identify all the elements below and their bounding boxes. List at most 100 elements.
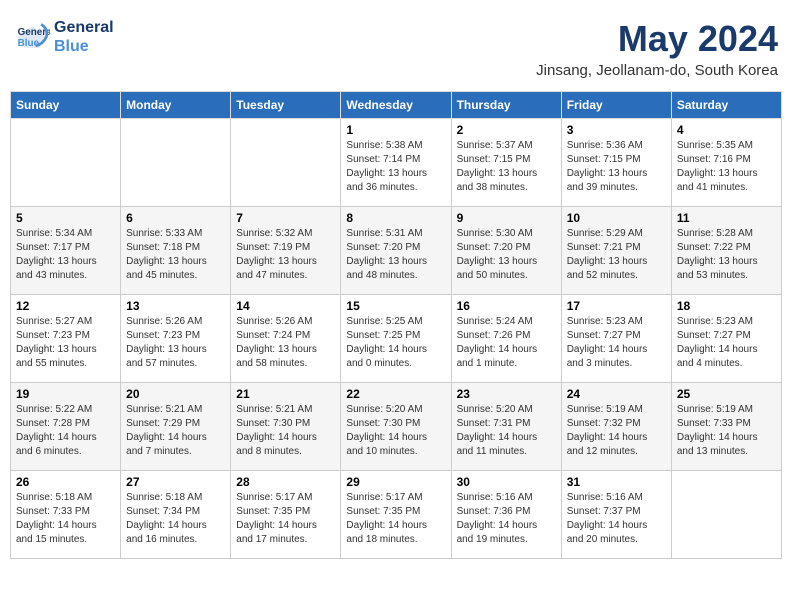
day-info: Sunrise: 5:20 AM Sunset: 7:31 PM Dayligh… (457, 403, 556, 459)
day-cell: 3 Sunrise: 5:36 AM Sunset: 7:15 PM Daylig… (561, 119, 671, 207)
day-info: Sunrise: 5:36 AM Sunset: 7:15 PM Dayligh… (567, 139, 666, 195)
day-info: Sunrise: 5:31 AM Sunset: 7:20 PM Dayligh… (346, 227, 445, 283)
day-cell: 9 Sunrise: 5:30 AM Sunset: 7:20 PM Daylig… (451, 207, 561, 295)
day-cell: 30Sunrise: 5:16 AM Sunset: 7:36 PM Dayli… (451, 471, 561, 559)
day-info: Sunrise: 5:18 AM Sunset: 7:34 PM Dayligh… (126, 491, 225, 547)
day-info: Sunrise: 5:24 AM Sunset: 7:26 PM Dayligh… (457, 315, 556, 371)
day-info: Sunrise: 5:23 AM Sunset: 7:27 PM Dayligh… (567, 315, 666, 371)
day-cell: 28 Sunrise: 5:17 AM Sunset: 7:35 PM Dayli… (231, 471, 341, 559)
day-cell: 1 Sunrise: 5:38 AM Sunset: 7:14 PM Daylig… (341, 119, 451, 207)
day-info: Sunrise: 5:22 AM Sunset: 7:28 PM Dayligh… (16, 403, 115, 459)
week-row-1: 1 Sunrise: 5:38 AM Sunset: 7:14 PM Daylig… (11, 119, 782, 207)
day-number: 6 (126, 211, 225, 225)
day-cell (671, 471, 781, 559)
calendar-table: SundayMondayTuesdayWednesdayThursdayFrid… (10, 91, 782, 559)
day-cell: 16 Sunrise: 5:24 AM Sunset: 7:26 PM Dayli… (451, 295, 561, 383)
week-row-4: 19 Sunrise: 5:22 AM Sunset: 7:28 PM Dayli… (11, 383, 782, 471)
logo-line2: Blue (54, 37, 114, 56)
day-info: Sunrise: 5:38 AM Sunset: 7:14 PM Dayligh… (346, 139, 445, 195)
day-info: Sunrise: 5:26 AM Sunset: 7:24 PM Dayligh… (236, 315, 335, 371)
day-number: 5 (16, 211, 115, 225)
day-info: Sunrise: 5:16 AM Sunset: 7:37 PM Dayligh… (567, 491, 666, 547)
day-number: 16 (457, 299, 556, 313)
header-thursday: Thursday (451, 92, 561, 119)
day-number: 4 (677, 123, 776, 137)
day-cell: 29 Sunrise: 5:17 AM Sunset: 7:35 PM Dayli… (341, 471, 451, 559)
day-cell: 23 Sunrise: 5:20 AM Sunset: 7:31 PM Dayli… (451, 383, 561, 471)
day-cell: 25 Sunrise: 5:19 AM Sunset: 7:33 PM Dayli… (671, 383, 781, 471)
week-row-2: 5Sunrise: 5:34 AM Sunset: 7:17 PM Daylig… (11, 207, 782, 295)
day-info: Sunrise: 5:35 AM Sunset: 7:16 PM Dayligh… (677, 139, 776, 195)
day-info: Sunrise: 5:27 AM Sunset: 7:23 PM Dayligh… (16, 315, 115, 371)
day-info: Sunrise: 5:37 AM Sunset: 7:15 PM Dayligh… (457, 139, 556, 195)
svg-text:Blue: Blue (18, 38, 40, 49)
day-number: 9 (457, 211, 556, 225)
day-info: Sunrise: 5:19 AM Sunset: 7:33 PM Dayligh… (677, 403, 776, 459)
day-info: Sunrise: 5:18 AM Sunset: 7:33 PM Dayligh… (16, 491, 115, 547)
day-number: 21 (236, 387, 335, 401)
day-cell: 24 Sunrise: 5:19 AM Sunset: 7:32 PM Dayli… (561, 383, 671, 471)
day-cell: 19 Sunrise: 5:22 AM Sunset: 7:28 PM Dayli… (11, 383, 121, 471)
day-number: 30 (457, 475, 556, 489)
day-info: Sunrise: 5:33 AM Sunset: 7:18 PM Dayligh… (126, 227, 225, 283)
day-number: 20 (126, 387, 225, 401)
weekday-header-row: SundayMondayTuesdayWednesdayThursdayFrid… (11, 92, 782, 119)
day-number: 14 (236, 299, 335, 313)
day-number: 10 (567, 211, 666, 225)
day-cell: 2 Sunrise: 5:37 AM Sunset: 7:15 PM Daylig… (451, 119, 561, 207)
day-number: 18 (677, 299, 776, 313)
day-number: 28 (236, 475, 335, 489)
header-sunday: Sunday (11, 92, 121, 119)
day-cell: 6 Sunrise: 5:33 AM Sunset: 7:18 PM Daylig… (121, 207, 231, 295)
header-friday: Friday (561, 92, 671, 119)
title-block: May 2024 Jinsang, Jeollanam-do, South Ko… (536, 18, 778, 79)
day-cell: 5Sunrise: 5:34 AM Sunset: 7:17 PM Daylig… (11, 207, 121, 295)
day-number: 7 (236, 211, 335, 225)
day-number: 3 (567, 123, 666, 137)
calendar-title: May 2024 (536, 18, 778, 60)
day-number: 17 (567, 299, 666, 313)
week-row-3: 12Sunrise: 5:27 AM Sunset: 7:23 PM Dayli… (11, 295, 782, 383)
header-wednesday: Wednesday (341, 92, 451, 119)
day-info: Sunrise: 5:23 AM Sunset: 7:27 PM Dayligh… (677, 315, 776, 371)
day-number: 27 (126, 475, 225, 489)
day-cell: 17 Sunrise: 5:23 AM Sunset: 7:27 PM Dayli… (561, 295, 671, 383)
day-info: Sunrise: 5:32 AM Sunset: 7:19 PM Dayligh… (236, 227, 335, 283)
day-number: 22 (346, 387, 445, 401)
day-cell (11, 119, 121, 207)
day-number: 29 (346, 475, 445, 489)
day-cell: 13Sunrise: 5:26 AM Sunset: 7:23 PM Dayli… (121, 295, 231, 383)
day-cell: 15Sunrise: 5:25 AM Sunset: 7:25 PM Dayli… (341, 295, 451, 383)
day-info: Sunrise: 5:25 AM Sunset: 7:25 PM Dayligh… (346, 315, 445, 371)
logo-icon: General Blue (14, 19, 50, 55)
day-number: 19 (16, 387, 115, 401)
day-info: Sunrise: 5:28 AM Sunset: 7:22 PM Dayligh… (677, 227, 776, 283)
day-number: 24 (567, 387, 666, 401)
day-cell: 22Sunrise: 5:20 AM Sunset: 7:30 PM Dayli… (341, 383, 451, 471)
day-cell (121, 119, 231, 207)
day-info: Sunrise: 5:29 AM Sunset: 7:21 PM Dayligh… (567, 227, 666, 283)
day-number: 11 (677, 211, 776, 225)
day-number: 13 (126, 299, 225, 313)
day-number: 2 (457, 123, 556, 137)
header-tuesday: Tuesday (231, 92, 341, 119)
day-cell: 31Sunrise: 5:16 AM Sunset: 7:37 PM Dayli… (561, 471, 671, 559)
day-cell: 26Sunrise: 5:18 AM Sunset: 7:33 PM Dayli… (11, 471, 121, 559)
day-cell: 20 Sunrise: 5:21 AM Sunset: 7:29 PM Dayli… (121, 383, 231, 471)
day-cell: 18 Sunrise: 5:23 AM Sunset: 7:27 PM Dayli… (671, 295, 781, 383)
day-number: 1 (346, 123, 445, 137)
day-number: 23 (457, 387, 556, 401)
day-info: Sunrise: 5:21 AM Sunset: 7:29 PM Dayligh… (126, 403, 225, 459)
logo-line1: General (54, 18, 114, 37)
day-cell: 11 Sunrise: 5:28 AM Sunset: 7:22 PM Dayli… (671, 207, 781, 295)
day-info: Sunrise: 5:17 AM Sunset: 7:35 PM Dayligh… (346, 491, 445, 547)
day-info: Sunrise: 5:17 AM Sunset: 7:35 PM Dayligh… (236, 491, 335, 547)
week-row-5: 26Sunrise: 5:18 AM Sunset: 7:33 PM Dayli… (11, 471, 782, 559)
calendar-subtitle: Jinsang, Jeollanam-do, South Korea (536, 62, 778, 79)
day-cell: 14 Sunrise: 5:26 AM Sunset: 7:24 PM Dayli… (231, 295, 341, 383)
day-info: Sunrise: 5:30 AM Sunset: 7:20 PM Dayligh… (457, 227, 556, 283)
day-number: 25 (677, 387, 776, 401)
day-cell: 7 Sunrise: 5:32 AM Sunset: 7:19 PM Daylig… (231, 207, 341, 295)
day-info: Sunrise: 5:19 AM Sunset: 7:32 PM Dayligh… (567, 403, 666, 459)
day-info: Sunrise: 5:21 AM Sunset: 7:30 PM Dayligh… (236, 403, 335, 459)
